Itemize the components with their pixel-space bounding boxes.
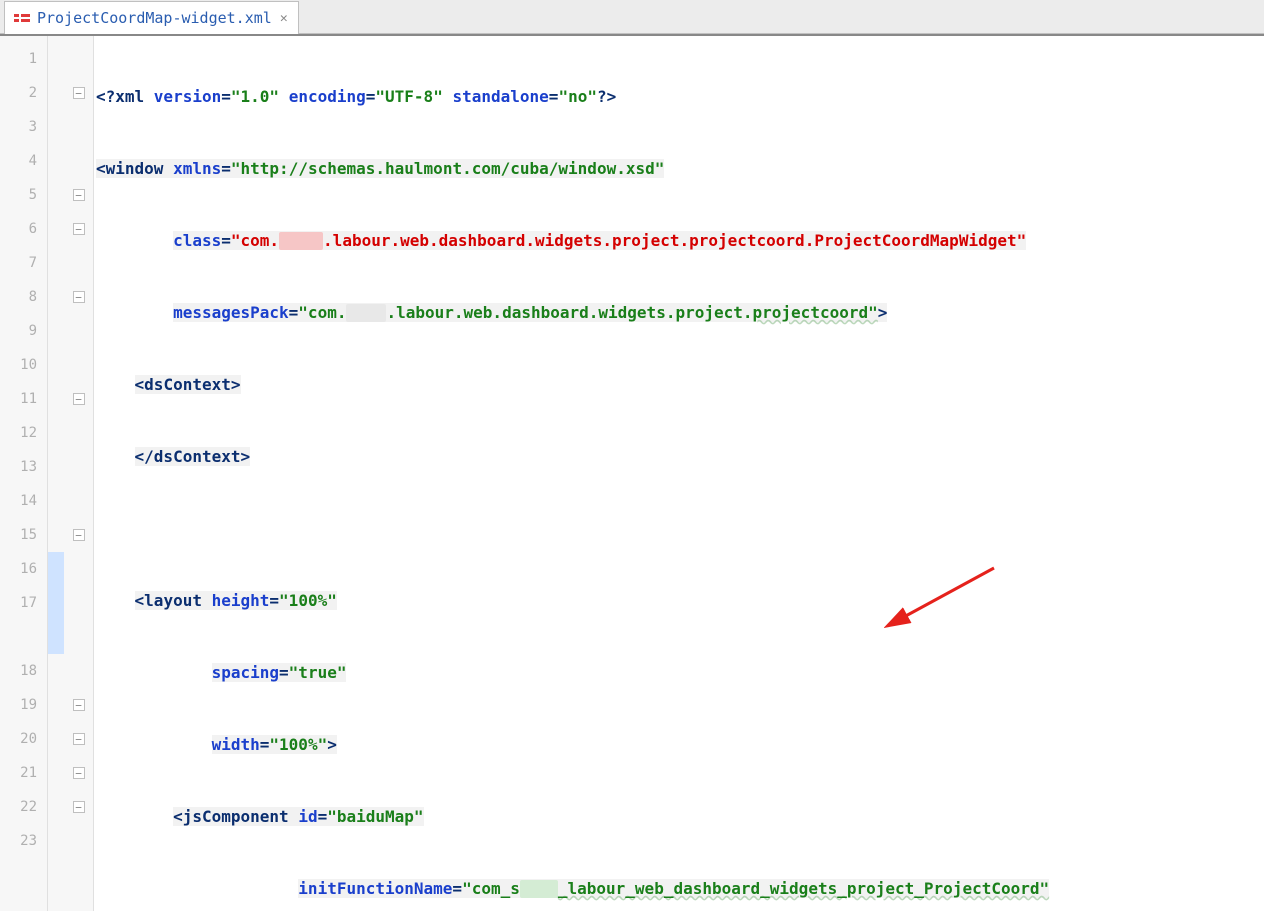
code-line: class="com..labour.web.dashboard.widgets… [94,224,1264,258]
selection-gutter [48,36,64,911]
line-number: 14 [0,484,47,518]
code-line: <jsComponent id="baiduMap" [94,800,1264,834]
line-number: 7 [0,246,47,280]
code-line: <layout height="100%" [94,584,1264,618]
code-line: <window xmlns="http://schemas.haulmont.c… [94,152,1264,186]
fold-end-icon: − [73,733,85,745]
line-number: 3 [0,110,47,144]
code-line: <dsContext> [94,368,1264,402]
file-tab[interactable]: ProjectCoordMap-widget.xml ✕ [4,1,299,34]
line-number: 10 [0,348,47,382]
fold-toggle-icon[interactable]: − [73,189,85,201]
line-number: 19 [0,688,47,722]
line-number: 23 [0,824,47,858]
fold-end-icon: − [73,767,85,779]
tab-bar: ProjectCoordMap-widget.xml ✕ [0,0,1264,34]
code-line: messagesPack="com..labour.web.dashboard.… [94,296,1264,330]
close-icon[interactable]: ✕ [278,11,290,26]
redacted-block [279,232,323,250]
line-number: 8 [0,280,47,314]
line-number: 2 [0,76,47,110]
fold-end-icon: − [73,699,85,711]
fold-toggle-icon[interactable]: − [73,529,85,541]
line-number: 13 [0,450,47,484]
line-number: 21 [0,756,47,790]
line-number: 17 [0,586,47,620]
line-number: 1 [0,42,47,76]
fold-toggle-icon[interactable]: − [73,393,85,405]
line-number [0,620,47,654]
code-line: <?xml version="1.0" encoding="UTF-8" sta… [94,80,1264,114]
fold-end-icon: − [73,223,85,235]
line-number: 4 [0,144,47,178]
fold-toggle-icon[interactable]: − [73,87,85,99]
fold-gutter: − − − − − − − − − − [64,36,94,911]
code-line: </dsContext> [94,440,1264,474]
fold-end-icon: − [73,801,85,813]
fold-toggle-icon[interactable]: − [73,291,85,303]
code-line [94,512,1264,546]
code-line: spacing="true" [94,656,1264,690]
code-line: initFunctionName="com_s_labour_web_dashb… [94,872,1264,906]
line-number: 22 [0,790,47,824]
line-number: 18 [0,654,47,688]
line-number-gutter: 1 2 3 4 5 6 7 8 9 10 11 12 13 14 15 16 1… [0,36,48,911]
line-number: 16 [0,552,47,586]
line-number: 5 [0,178,47,212]
line-number: 6 [0,212,47,246]
tab-label: ProjectCoordMap-widget.xml [37,9,272,27]
line-number: 20 [0,722,47,756]
code-area[interactable]: <?xml version="1.0" encoding="UTF-8" sta… [94,36,1264,911]
line-number: 12 [0,416,47,450]
line-number: 15 [0,518,47,552]
redacted-block [520,880,558,898]
line-number: 9 [0,314,47,348]
line-number: 11 [0,382,47,416]
code-line: width="100%"> [94,728,1264,762]
editor: 1 2 3 4 5 6 7 8 9 10 11 12 13 14 15 16 1… [0,34,1264,911]
xml-file-icon [13,9,31,27]
redacted-block [346,304,386,322]
